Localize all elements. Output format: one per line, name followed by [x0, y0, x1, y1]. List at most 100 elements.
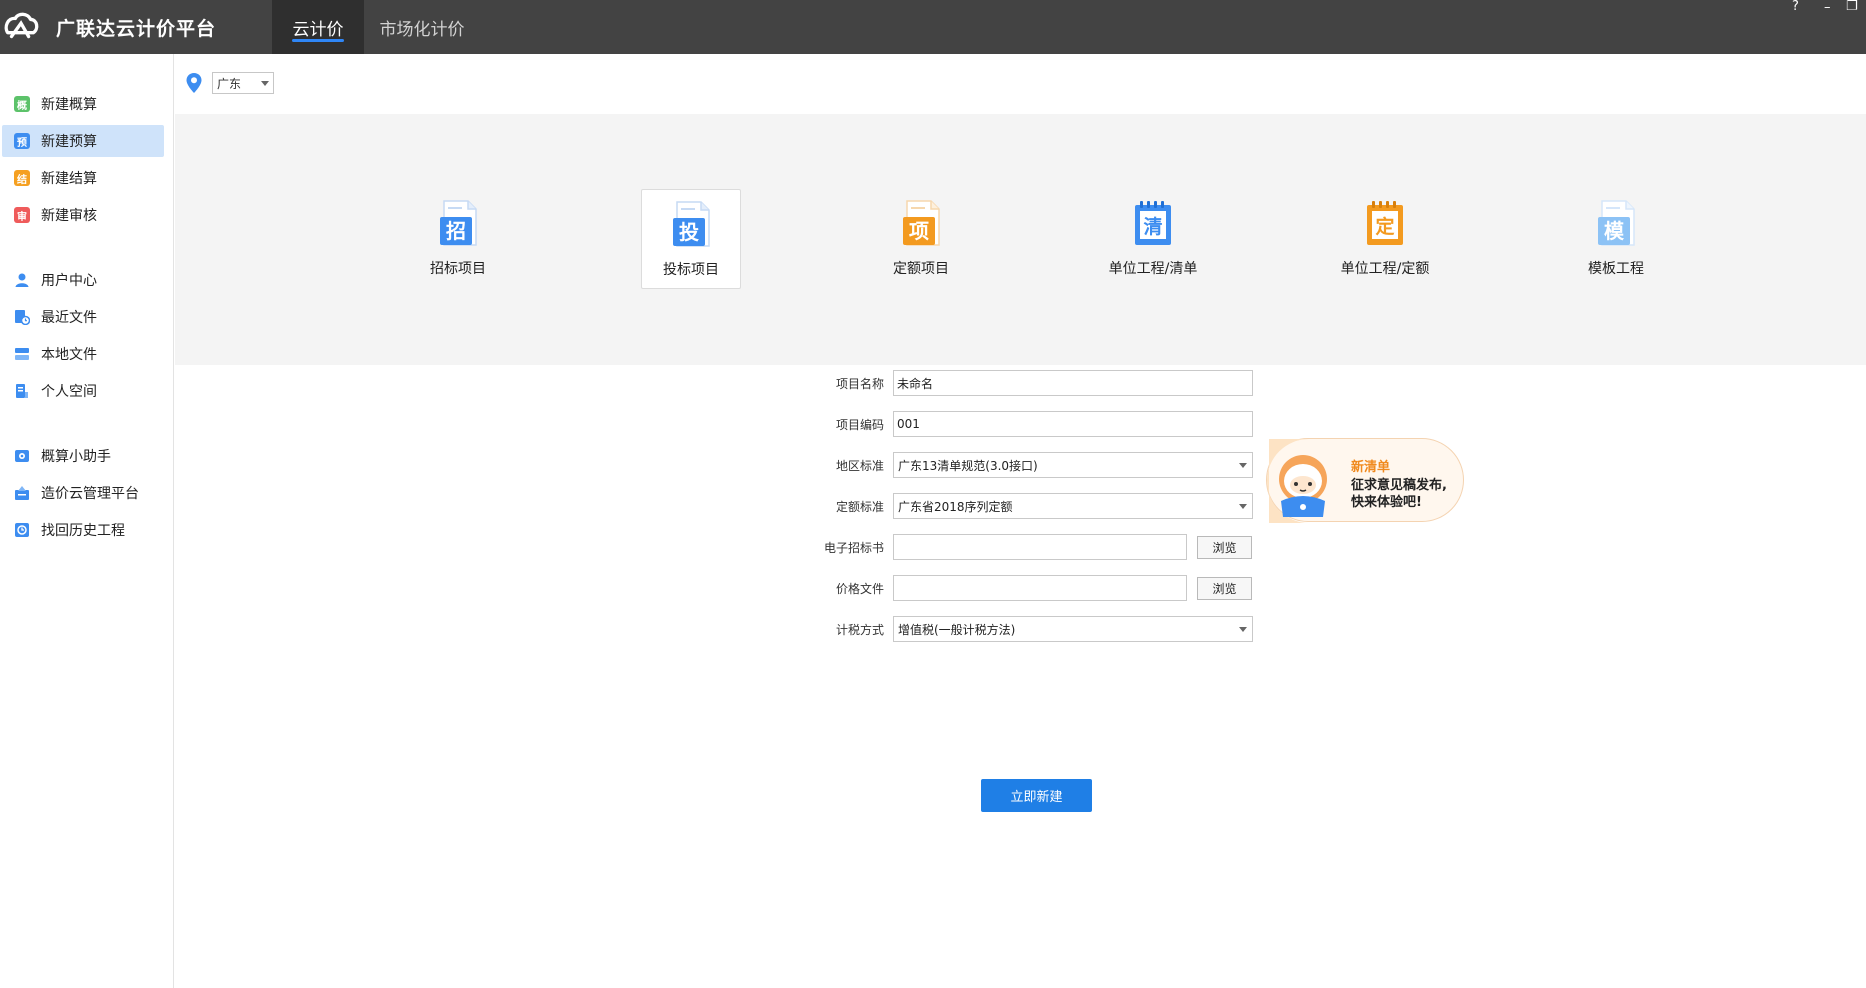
project-type-quota[interactable]: 项 定额项目 — [871, 189, 971, 289]
region-standard-select[interactable]: 广东13清单规范(3.0接口) — [893, 452, 1253, 478]
svg-text:投: 投 — [679, 220, 699, 244]
tab-cloud-pricing[interactable]: 云计价 — [272, 0, 364, 54]
quota-standard-label: 定额标准 — [835, 499, 884, 514]
app-title: 广联达云计价平台 — [56, 17, 217, 40]
svg-text:模: 模 — [1604, 219, 1625, 243]
chevron-down-icon — [1239, 627, 1247, 632]
sidebar-item-label: 新建概算 — [41, 97, 97, 113]
sidebar-item-new-audit[interactable]: 审 新建审核 — [2, 199, 164, 231]
cloud-platform-icon — [15, 486, 29, 500]
project-name-row: 项目名称 — [793, 370, 1253, 396]
tab-label: 云计价 — [292, 19, 344, 40]
new-bill-promo-banner[interactable]: 新清单 征求意见稿发布, 快来体验吧! — [1266, 438, 1464, 523]
quota-standard-select[interactable]: 广东省2018序列定额 — [893, 493, 1253, 519]
sidebar-item-label: 新建预算 — [41, 134, 97, 150]
project-type-label: 招标项目 — [430, 261, 486, 277]
svg-text:定: 定 — [1375, 215, 1394, 238]
project-code-row: 项目编码 — [793, 411, 1253, 437]
location-pin-icon — [186, 73, 202, 93]
sidebar-item-user-center[interactable]: 用户中心 — [2, 264, 164, 296]
price-file-input[interactable] — [893, 575, 1187, 601]
sidebar-item-label: 造价云管理平台 — [41, 486, 139, 502]
region-selector: 广东 — [186, 72, 274, 94]
project-type-label: 单位工程/定额 — [1340, 261, 1430, 277]
project-type-label: 单位工程/清单 — [1108, 261, 1198, 277]
region-standard-label: 地区标准 — [835, 458, 884, 473]
svg-text:项: 项 — [909, 219, 929, 243]
chevron-down-icon — [1239, 463, 1247, 468]
sidebar: 概 新建概算 预 新建预算 结 新建结算 审 新建审核 用户中心 最近文件 本地… — [0, 54, 174, 988]
project-name-input[interactable] — [893, 370, 1253, 396]
project-type-bid[interactable]: 投 投标项目 — [641, 189, 741, 289]
personal-space-icon — [16, 384, 28, 398]
title-bar: 广联达云计价平台 云计价 市场化计价 ? – ❐ — [0, 0, 1866, 54]
sidebar-item-new-estimate[interactable]: 概 新建概算 — [2, 88, 164, 120]
tab-label: 市场化计价 — [379, 19, 465, 40]
sidebar-item-recent-files[interactable]: 最近文件 — [2, 301, 164, 333]
gai-icon: 概 — [14, 96, 30, 112]
project-type-unit-bill[interactable]: 清 单位工程/清单 — [1103, 189, 1203, 289]
sidebar-item-label: 概算小助手 — [41, 449, 111, 465]
sidebar-item-label: 最近文件 — [41, 310, 97, 326]
e-tender-row: 电子招标书 浏览 — [793, 534, 1252, 560]
sidebar-item-local-files[interactable]: 本地文件 — [2, 338, 164, 370]
sidebar-item-new-settlement[interactable]: 结 新建结算 — [2, 162, 164, 194]
e-tender-browse-button[interactable]: 浏览 — [1197, 535, 1252, 559]
mascot-icon — [1267, 439, 1327, 523]
jie-icon: 结 — [14, 170, 30, 186]
restore-icon[interactable]: ❐ — [1846, 0, 1858, 14]
sidebar-item-label: 本地文件 — [41, 347, 97, 363]
project-type-tender[interactable]: 招 招标项目 — [408, 189, 508, 289]
project-type-unit-quota[interactable]: 定 单位工程/定额 — [1335, 189, 1435, 289]
sidebar-item-estimate-assistant[interactable]: 概算小助手 — [2, 440, 164, 472]
price-file-row: 价格文件 浏览 — [793, 575, 1252, 601]
sidebar-item-label: 新建结算 — [41, 171, 97, 187]
sidebar-item-label: 找回历史工程 — [41, 523, 125, 539]
project-type-template[interactable]: 模 模板工程 — [1566, 189, 1666, 289]
project-type-label: 定额项目 — [893, 261, 949, 277]
yu-icon: 预 — [14, 133, 30, 149]
sidebar-item-new-budget[interactable]: 预 新建预算 — [2, 125, 164, 157]
svg-text:清: 清 — [1143, 215, 1162, 238]
price-file-label: 价格文件 — [835, 581, 884, 596]
user-icon — [15, 273, 29, 287]
chevron-down-icon — [1239, 504, 1247, 509]
quota-standard-row: 定额标准 广东省2018序列定额 — [793, 493, 1253, 519]
mo-doc-icon: 模 — [1598, 200, 1635, 246]
e-tender-input[interactable] — [893, 534, 1187, 560]
ding-notebook-icon: 定 — [1367, 201, 1403, 245]
assistant-icon — [15, 450, 29, 462]
price-file-browse-button[interactable]: 浏览 — [1197, 576, 1252, 600]
tax-method-label: 计税方式 — [835, 622, 884, 637]
shen-icon: 审 — [14, 207, 30, 223]
project-code-label: 项目编码 — [835, 417, 884, 432]
quota-standard-value: 广东省2018序列定额 — [898, 499, 1013, 514]
sidebar-item-label: 个人空间 — [41, 384, 97, 400]
qing-notebook-icon: 清 — [1135, 201, 1171, 245]
region-dropdown[interactable]: 广东 — [212, 72, 274, 94]
help-icon[interactable]: ? — [1792, 0, 1799, 14]
region-standard-row: 地区标准 广东13清单规范(3.0接口) — [793, 452, 1253, 478]
recent-file-icon — [15, 310, 30, 325]
svg-text:招: 招 — [446, 219, 466, 243]
tou-doc-icon: 投 — [673, 201, 710, 247]
sidebar-item-recover-history[interactable]: 找回历史工程 — [2, 514, 164, 546]
app-logo-icon — [4, 12, 39, 39]
create-now-button[interactable]: 立即新建 — [981, 779, 1092, 812]
local-file-icon — [15, 348, 29, 360]
tab-market-pricing[interactable]: 市场化计价 — [364, 0, 480, 54]
project-code-input[interactable] — [893, 411, 1253, 437]
sidebar-item-personal-space[interactable]: 个人空间 — [2, 375, 164, 407]
sidebar-item-label: 新建审核 — [41, 208, 97, 224]
zhao-doc-icon: 招 — [440, 200, 477, 246]
minimize-icon[interactable]: – — [1824, 1, 1831, 15]
history-icon — [15, 523, 29, 537]
region-standard-value: 广东13清单规范(3.0接口) — [898, 458, 1038, 473]
project-name-label: 项目名称 — [835, 376, 884, 391]
sidebar-item-cost-cloud-platform[interactable]: 造价云管理平台 — [2, 477, 164, 509]
region-value: 广东 — [217, 76, 242, 91]
tax-method-select[interactable]: 增值税(一般计税方法) — [893, 616, 1253, 642]
e-tender-label: 电子招标书 — [823, 540, 884, 555]
tax-method-row: 计税方式 增值税(一般计税方法) — [793, 616, 1253, 642]
xiang-doc-icon: 项 — [903, 200, 940, 246]
